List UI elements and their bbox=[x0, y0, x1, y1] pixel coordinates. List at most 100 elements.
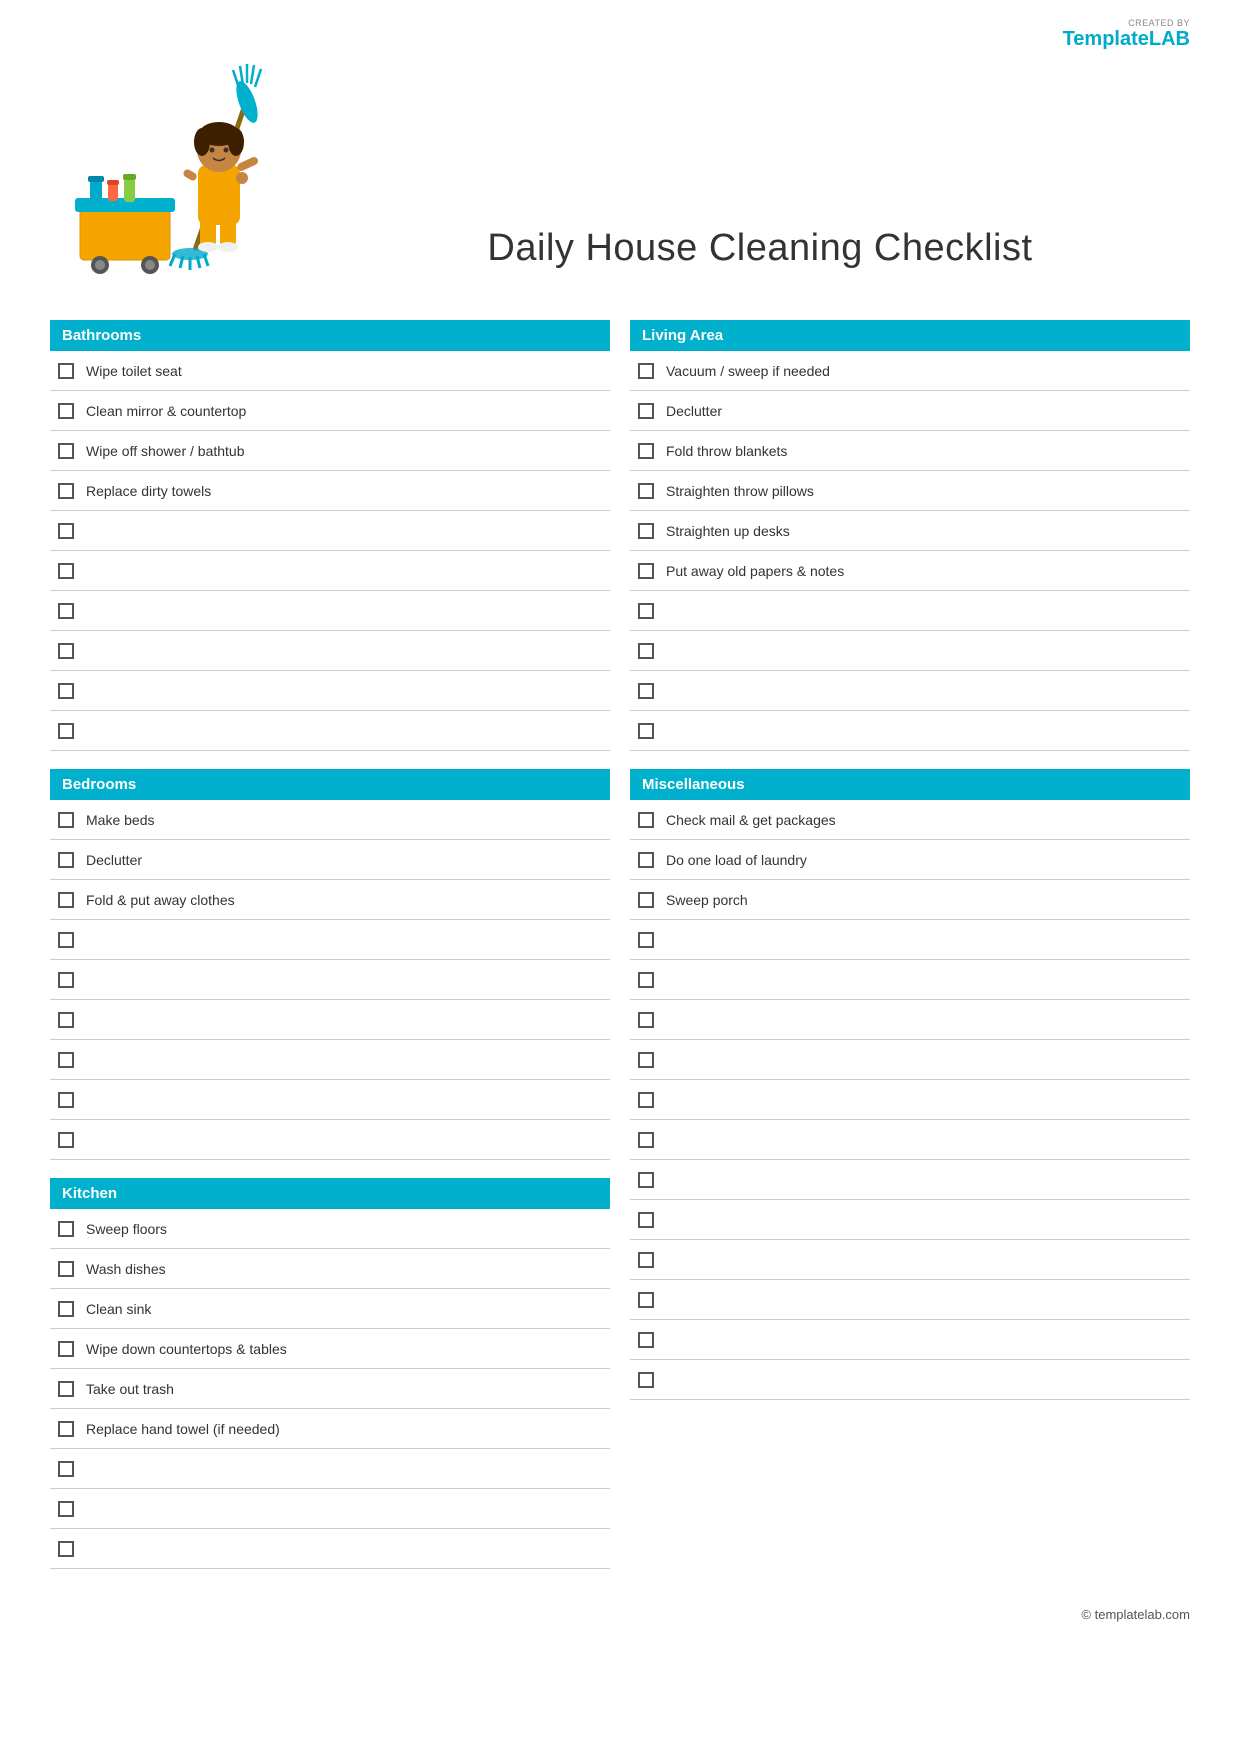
checklist-item[interactable] bbox=[50, 1489, 610, 1529]
checkbox[interactable] bbox=[58, 363, 74, 379]
checklist-item[interactable]: Sweep floors bbox=[50, 1209, 610, 1249]
checklist-item[interactable]: Sweep porch bbox=[630, 880, 1190, 920]
checklist-item[interactable]: Replace dirty towels bbox=[50, 471, 610, 511]
checkbox[interactable] bbox=[638, 852, 654, 868]
checkbox[interactable] bbox=[58, 683, 74, 699]
checkbox[interactable] bbox=[58, 1421, 74, 1437]
checkbox[interactable] bbox=[638, 1332, 654, 1348]
checkbox[interactable] bbox=[638, 1212, 654, 1228]
checkbox[interactable] bbox=[58, 932, 74, 948]
checkbox[interactable] bbox=[58, 1301, 74, 1317]
checklist-item[interactable]: Check mail & get packages bbox=[630, 800, 1190, 840]
checkbox[interactable] bbox=[58, 1381, 74, 1397]
checklist-item[interactable]: Declutter bbox=[630, 391, 1190, 431]
checkbox[interactable] bbox=[638, 403, 654, 419]
checkbox[interactable] bbox=[58, 892, 74, 908]
checklist-item[interactable]: Make beds bbox=[50, 800, 610, 840]
checklist-item[interactable]: Replace hand towel (if needed) bbox=[50, 1409, 610, 1449]
checkbox[interactable] bbox=[58, 972, 74, 988]
checklist-item[interactable]: Clean sink bbox=[50, 1289, 610, 1329]
checklist-item[interactable] bbox=[50, 1080, 610, 1120]
checklist-item[interactable] bbox=[630, 671, 1190, 711]
checkbox[interactable] bbox=[58, 1092, 74, 1108]
checklist-item[interactable]: Declutter bbox=[50, 840, 610, 880]
checklist-item[interactable] bbox=[630, 960, 1190, 1000]
checkbox[interactable] bbox=[638, 1132, 654, 1148]
checklist-item[interactable] bbox=[50, 960, 610, 1000]
checklist-item[interactable]: Wipe off shower / bathtub bbox=[50, 431, 610, 471]
checklist-item[interactable] bbox=[630, 1080, 1190, 1120]
checklist-item[interactable] bbox=[50, 1000, 610, 1040]
checklist-item[interactable]: Fold throw blankets bbox=[630, 431, 1190, 471]
checkbox[interactable] bbox=[58, 812, 74, 828]
checklist-item[interactable]: Wipe down countertops & tables bbox=[50, 1329, 610, 1369]
checkbox[interactable] bbox=[638, 1172, 654, 1188]
checkbox[interactable] bbox=[58, 1221, 74, 1237]
checklist-item[interactable] bbox=[50, 551, 610, 591]
checklist-item[interactable] bbox=[50, 1529, 610, 1569]
checkbox[interactable] bbox=[638, 972, 654, 988]
checkbox[interactable] bbox=[58, 852, 74, 868]
checklist-item[interactable] bbox=[50, 1120, 610, 1160]
checklist-item[interactable] bbox=[630, 711, 1190, 751]
checklist-item[interactable] bbox=[630, 1040, 1190, 1080]
checklist-item[interactable] bbox=[630, 1320, 1190, 1360]
checklist-item[interactable] bbox=[50, 591, 610, 631]
checklist-item[interactable]: Put away old papers & notes bbox=[630, 551, 1190, 591]
checkbox[interactable] bbox=[58, 483, 74, 499]
checkbox[interactable] bbox=[58, 1012, 74, 1028]
checkbox[interactable] bbox=[638, 443, 654, 459]
checkbox[interactable] bbox=[638, 683, 654, 699]
checkbox[interactable] bbox=[58, 403, 74, 419]
checklist-item[interactable]: Vacuum / sweep if needed bbox=[630, 351, 1190, 391]
checkbox[interactable] bbox=[638, 523, 654, 539]
checkbox[interactable] bbox=[58, 1341, 74, 1357]
checklist-item[interactable] bbox=[630, 920, 1190, 960]
checkbox[interactable] bbox=[638, 892, 654, 908]
checklist-item[interactable] bbox=[630, 1280, 1190, 1320]
checklist-item[interactable] bbox=[630, 1000, 1190, 1040]
checklist-item[interactable]: Fold & put away clothes bbox=[50, 880, 610, 920]
checklist-item[interactable]: Wipe toilet seat bbox=[50, 351, 610, 391]
checklist-item[interactable] bbox=[630, 631, 1190, 671]
checklist-item[interactable] bbox=[50, 671, 610, 711]
checkbox[interactable] bbox=[638, 1252, 654, 1268]
checklist-item[interactable] bbox=[50, 1449, 610, 1489]
checkbox[interactable] bbox=[58, 643, 74, 659]
checkbox[interactable] bbox=[58, 603, 74, 619]
checkbox[interactable] bbox=[638, 812, 654, 828]
checkbox[interactable] bbox=[638, 932, 654, 948]
checkbox[interactable] bbox=[638, 1092, 654, 1108]
checklist-item[interactable] bbox=[50, 1040, 610, 1080]
checkbox[interactable] bbox=[638, 1292, 654, 1308]
checklist-item[interactable] bbox=[50, 631, 610, 671]
checkbox[interactable] bbox=[58, 1501, 74, 1517]
checkbox[interactable] bbox=[638, 563, 654, 579]
checkbox[interactable] bbox=[58, 523, 74, 539]
checkbox[interactable] bbox=[58, 1132, 74, 1148]
checklist-item[interactable] bbox=[630, 591, 1190, 631]
checklist-item[interactable]: Do one load of laundry bbox=[630, 840, 1190, 880]
checkbox[interactable] bbox=[638, 1052, 654, 1068]
checklist-item[interactable] bbox=[630, 1360, 1190, 1400]
checklist-item[interactable] bbox=[630, 1200, 1190, 1240]
checkbox[interactable] bbox=[58, 563, 74, 579]
checklist-item[interactable] bbox=[630, 1160, 1190, 1200]
checkbox[interactable] bbox=[58, 1461, 74, 1477]
checklist-item[interactable] bbox=[50, 511, 610, 551]
checklist-item[interactable]: Take out trash bbox=[50, 1369, 610, 1409]
checkbox[interactable] bbox=[638, 603, 654, 619]
checkbox[interactable] bbox=[638, 643, 654, 659]
checkbox[interactable] bbox=[58, 723, 74, 739]
checklist-item[interactable] bbox=[50, 920, 610, 960]
checkbox[interactable] bbox=[58, 443, 74, 459]
checklist-item[interactable]: Wash dishes bbox=[50, 1249, 610, 1289]
checklist-item[interactable]: Straighten up desks bbox=[630, 511, 1190, 551]
checkbox[interactable] bbox=[638, 483, 654, 499]
checkbox[interactable] bbox=[58, 1541, 74, 1557]
checkbox[interactable] bbox=[638, 1372, 654, 1388]
checkbox[interactable] bbox=[58, 1052, 74, 1068]
checkbox[interactable] bbox=[638, 723, 654, 739]
checkbox[interactable] bbox=[58, 1261, 74, 1277]
checklist-item[interactable]: Clean mirror & countertop bbox=[50, 391, 610, 431]
